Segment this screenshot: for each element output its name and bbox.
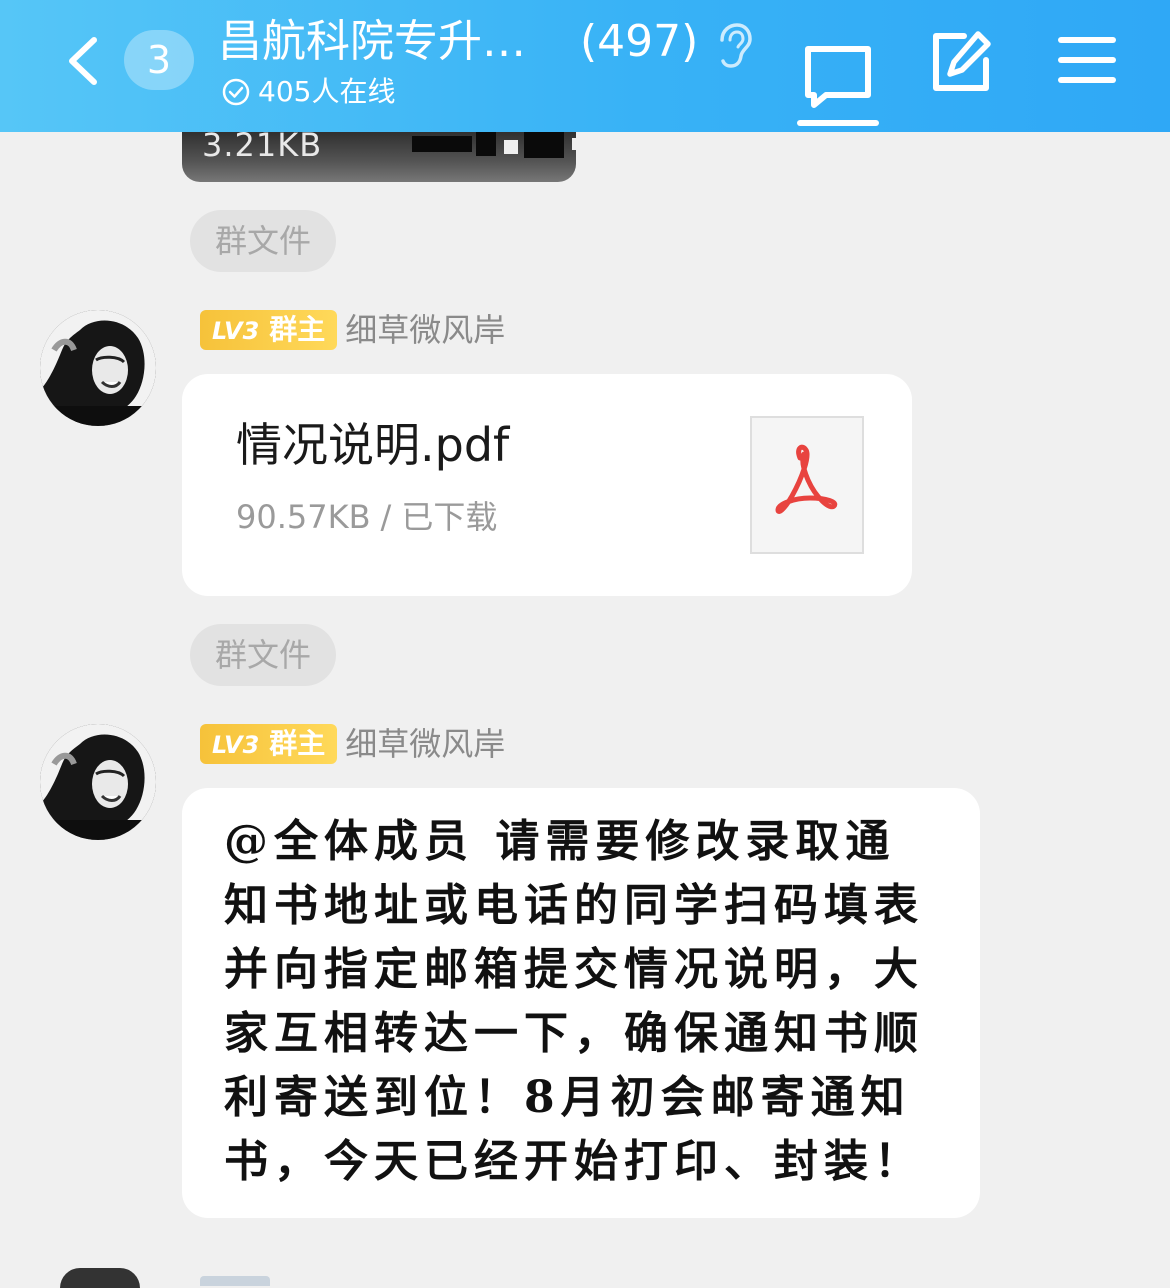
chat-bubble-icon[interactable] [800, 26, 876, 126]
group-file-tag: 群文件 [190, 624, 336, 686]
avatar[interactable] [40, 310, 156, 426]
level-text: LV3 [212, 317, 260, 345]
file-meta-separator: / [380, 498, 392, 536]
sender-line: LV3 群主 细草微风岸 [200, 724, 505, 764]
ear-icon [720, 23, 752, 68]
avatar[interactable] [60, 1268, 140, 1288]
owner-level-badge: LV3 群主 [200, 724, 338, 764]
sender-line: LV3 群主 细草微风岸 [200, 310, 505, 350]
chat-header: 3 昌航科院专升… (497) 405人在线 [0, 0, 1170, 132]
online-status: 405人在线 [258, 75, 396, 108]
role-text: 群主 [269, 313, 326, 346]
member-count[interactable]: (497) [580, 14, 698, 70]
active-tab-indicator [797, 120, 879, 126]
group-file-tag: 群文件 [190, 210, 336, 272]
check-circle-icon [222, 78, 250, 106]
level-text: LV3 [212, 731, 260, 759]
avatar-image [40, 724, 156, 840]
sender-name[interactable]: 细草微风岸 [345, 310, 505, 350]
pdf-icon [750, 416, 864, 554]
file-name: 情况说明.pdf [236, 418, 510, 472]
menu-icon[interactable] [1058, 34, 1116, 86]
avatar-image [40, 310, 156, 426]
previous-image-message[interactable]: 3.21KB [182, 132, 576, 182]
text-message-bubble[interactable]: @全体成员 请需要修改录取通知书地址或电话的同学扫码填表并向指定邮箱提交情况说明… [182, 788, 980, 1218]
role-text: 群主 [269, 727, 326, 760]
file-size: 90.57KB [236, 498, 371, 536]
message-text: @全体成员 请需要修改录取通知书地址或电话的同学扫码填表并向指定邮箱提交情况说明… [224, 816, 924, 1187]
owner-level-badge: LV3 群主 [200, 310, 338, 350]
pdf-logo-graphic [775, 444, 838, 514]
download-status: 已下载 [401, 498, 498, 536]
group-title[interactable]: 昌航科院专升… [218, 14, 526, 70]
previous-file-size: 3.21KB [202, 132, 323, 164]
unread-count-badge[interactable]: 3 [124, 30, 194, 90]
file-meta: 90.57KB / 已下载 [236, 494, 497, 540]
level-badge [200, 1276, 270, 1286]
avatar[interactable] [40, 724, 156, 840]
chevron-left-icon[interactable] [62, 36, 102, 86]
qr-code-image [412, 132, 576, 158]
edit-icon[interactable] [928, 30, 992, 94]
sender-name[interactable]: 细草微风岸 [345, 724, 505, 764]
file-message-card[interactable]: 情况说明.pdf 90.57KB / 已下载 [182, 374, 912, 596]
